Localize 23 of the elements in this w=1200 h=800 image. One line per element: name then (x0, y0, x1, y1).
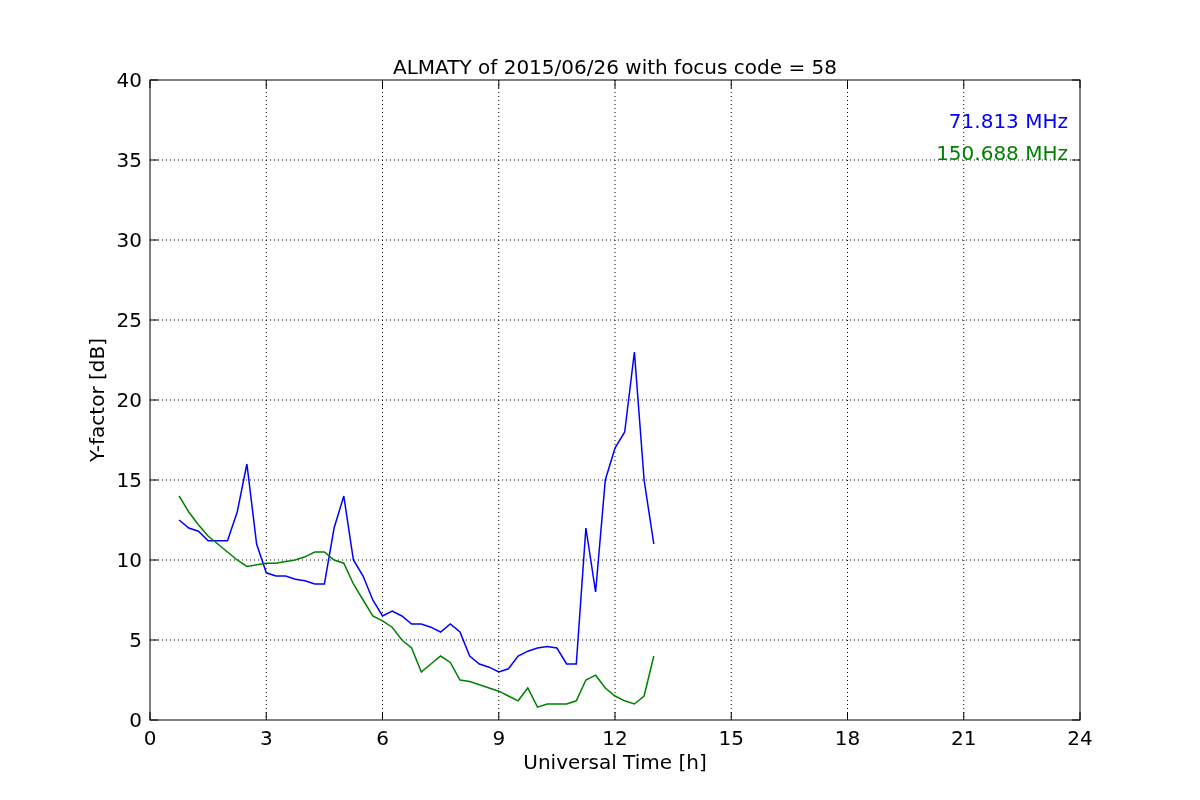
axis-label: Y-factor [dB] (85, 338, 109, 462)
tick-label: 18 (834, 726, 861, 750)
tick-label: 25 (116, 308, 142, 332)
legend-label: 71.813 MHz (948, 109, 1068, 133)
tick-label: 40 (116, 68, 142, 92)
tick-label: 15 (116, 468, 142, 492)
tick-label: 12 (602, 726, 628, 750)
tick-label: 3 (259, 726, 273, 750)
chart-title: ALMATY of 2015/06/26 with focus code = 58 (393, 55, 837, 79)
legend-label: 150.688 MHz (936, 141, 1068, 165)
tick-label: 6 (376, 726, 389, 750)
tick-label: 0 (143, 726, 157, 750)
tick-label: 30 (116, 228, 142, 252)
tick-label: 35 (116, 148, 142, 172)
tick-label: 24 (1067, 726, 1093, 750)
tick-label: 0 (129, 708, 142, 732)
tick-label: 21 (951, 726, 977, 750)
axis-label: Universal Time [h] (523, 750, 707, 774)
tick-label: 20 (116, 388, 142, 412)
tick-label: 5 (129, 628, 142, 652)
tick-label: 15 (718, 726, 744, 750)
tick-label: 9 (492, 726, 506, 750)
tick-label: 10 (116, 548, 142, 572)
